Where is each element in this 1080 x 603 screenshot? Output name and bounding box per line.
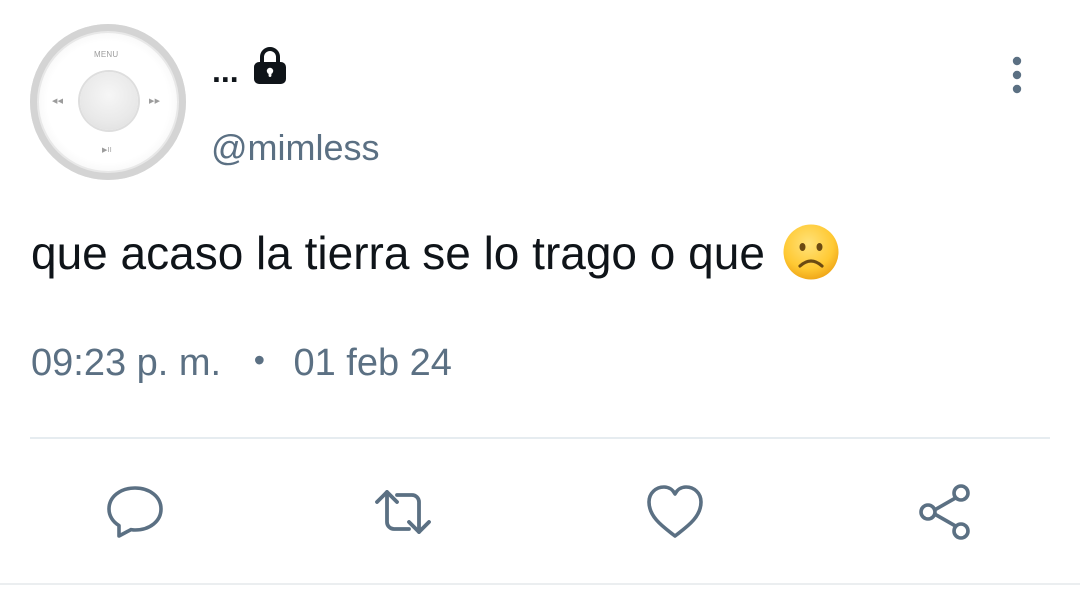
lock-icon xyxy=(249,45,291,87)
tweet-text: que acaso la tierra se lo trago o que xyxy=(31,224,840,281)
frowning-face-emoji-icon xyxy=(782,223,840,281)
speech-bubble-icon xyxy=(107,486,163,538)
tweet-body: que acaso la tierra se lo trago o que xyxy=(31,227,765,279)
reply-button[interactable] xyxy=(103,480,167,544)
retweet-button[interactable] xyxy=(371,480,435,544)
tweet-time: 09:23 p. m. xyxy=(31,342,222,384)
like-button[interactable] xyxy=(643,480,707,544)
wheel-prev-glyph: ◀◀ xyxy=(52,98,64,105)
avatar[interactable]: MENU ◀◀ ▶▶ ▶II xyxy=(30,24,186,180)
wheel-next-glyph: ▶▶ xyxy=(149,98,161,105)
tweet-date: 01 feb 24 xyxy=(293,342,452,384)
divider xyxy=(30,437,1050,439)
user-name-row: ... xyxy=(212,44,291,88)
wheel-menu-label: MENU xyxy=(94,50,119,59)
retweet-icon xyxy=(375,490,431,534)
tweet-timestamp: 09:23 p. m. • 01 feb 24 xyxy=(31,344,452,382)
display-name[interactable]: ... xyxy=(212,55,239,87)
bottom-divider xyxy=(0,583,1080,585)
heart-icon xyxy=(647,485,703,538)
more-options-icon[interactable] xyxy=(1000,54,1034,96)
meta-separator: • xyxy=(253,342,265,378)
share-icon xyxy=(919,484,970,540)
share-button[interactable] xyxy=(913,480,977,544)
wheel-play-glyph: ▶II xyxy=(102,147,112,154)
user-handle[interactable]: @mimless xyxy=(211,130,380,166)
wheel-center-button xyxy=(80,72,138,130)
